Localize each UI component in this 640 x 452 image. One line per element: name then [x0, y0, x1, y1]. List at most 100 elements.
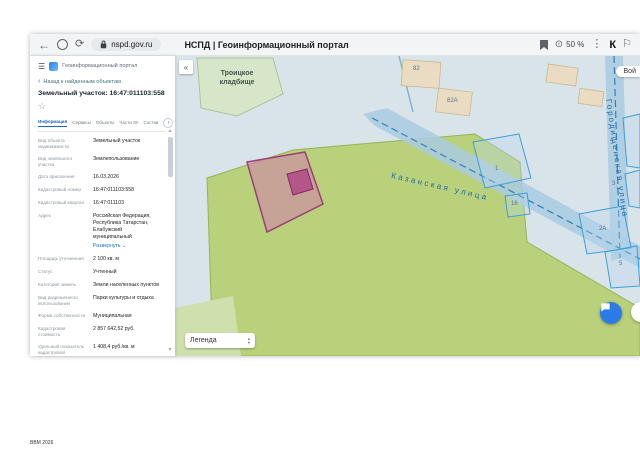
- field-value: Муниципальная: [93, 312, 132, 319]
- tab-parcel-parts[interactable]: Части ЗУ: [119, 120, 138, 127]
- field-row: Кадастровая стоимость 2 857 642,52 руб.: [38, 326, 159, 338]
- parcel-number: 82А: [447, 98, 458, 104]
- parcel-number: 82: [413, 66, 420, 72]
- field-row: Вид земельного участка Землепользование: [38, 156, 159, 168]
- scroll-thumb[interactable]: [167, 137, 173, 177]
- legend-spinner-icon[interactable]: ▴ ▾: [248, 337, 250, 344]
- field-value: 16:47:011103: [93, 199, 124, 206]
- field-label: Вид земельного участка: [38, 155, 73, 167]
- browser-chrome: ← ⟳ nspd.gov.ru НСПД | Геоинформационный…: [30, 34, 640, 56]
- cadastral-parcel[interactable]: [604, 245, 640, 289]
- field-row: Форма собственности Муниципальная: [38, 313, 159, 320]
- bookmark-icon[interactable]: [539, 39, 548, 50]
- profile-icon[interactable]: [57, 39, 68, 50]
- field-value: Землепользование: [93, 155, 140, 162]
- field-value: 2 857 642,52 руб.: [93, 326, 135, 332]
- field-label: Кадастровый квартал: [38, 199, 85, 205]
- nspd-logo-icon: [49, 61, 59, 71]
- field-label: Вид объекта недвижимости: [38, 138, 69, 149]
- parcel-number: 2А: [599, 226, 607, 232]
- address-text: Российская Федерация, Республика Татарст…: [93, 212, 151, 240]
- field-label: Статус: [38, 269, 53, 275]
- field-value: 16.03.2026: [93, 173, 119, 180]
- parcel-number: 4: [610, 138, 614, 144]
- page-content: ☰ Геоинформационный портал ‹ Назад к най…: [30, 56, 640, 356]
- parcel-number: 5: [619, 261, 623, 267]
- brand-row: ☰ Геоинформационный портал: [38, 60, 165, 72]
- chat-fab-button[interactable]: [600, 302, 622, 324]
- field-row: Кадастровый квартал 16:47:011103: [38, 200, 159, 207]
- tabs-scroll-arrow[interactable]: ›: [163, 118, 174, 128]
- field-row: Площадь уточненная 2 100 кв. м: [38, 256, 159, 263]
- field-label: Удельный показатель кадастровой: [38, 343, 85, 355]
- field-value: 2 100 кв. м: [93, 256, 119, 262]
- scroll-up-arrow[interactable]: ▲: [166, 128, 174, 134]
- field-row: Статус Учтенный: [38, 269, 159, 276]
- field-row: Дата присвоения 16.03.2026: [38, 174, 159, 181]
- flag-extension-icon[interactable]: ⚐: [622, 39, 632, 50]
- login-button[interactable]: Вой: [615, 66, 640, 77]
- lock-icon: [100, 40, 107, 49]
- field-label: Кадастровая стоимость: [38, 326, 66, 337]
- field-row: Удельный показатель кадастровой 1 408,4 …: [38, 344, 159, 356]
- field-row-address: Адрес Российская Федерация, Республика Т…: [38, 213, 159, 250]
- field-label: Форма собственности: [38, 312, 86, 318]
- page-title: НСПД | Геоинформационный портал: [184, 39, 349, 50]
- field-row: Вид разрешенного использования Парки кул…: [38, 295, 159, 307]
- field-row: Категория земель Земли населенных пункто…: [38, 282, 159, 289]
- footer-watermark: ВВМ 2026: [30, 440, 54, 446]
- map-area[interactable]: Троицкое кладбище Казанская улица Городи…: [175, 56, 640, 356]
- zoom-icon: ⊙: [554, 39, 564, 50]
- chevron-left-icon: ‹: [38, 78, 41, 85]
- tab-services[interactable]: Сервисы: [72, 120, 91, 127]
- object-title: Земельный участок: 16:47:011103:558: [38, 90, 165, 97]
- sidebar-panel: ☰ Геоинформационный портал ‹ Назад к най…: [30, 56, 175, 356]
- chat-icon: [601, 303, 610, 312]
- scroll-down-arrow[interactable]: ▼: [166, 347, 174, 353]
- favorite-star-icon[interactable]: ☆: [38, 101, 165, 112]
- field-label: Категория земель: [38, 282, 76, 288]
- tab-objects[interactable]: Объекты: [96, 120, 115, 127]
- building[interactable]: [577, 87, 605, 108]
- refresh-icon[interactable]: ⟳: [75, 39, 84, 50]
- menu-icon[interactable]: ⋮: [591, 39, 602, 50]
- address-bar[interactable]: nspd.gov.ru: [91, 38, 162, 51]
- field-value: Земельный участок: [93, 138, 141, 144]
- cemetery-label: Троицкое кладбище: [205, 70, 269, 88]
- cemetery-label-line1: Троицкое: [220, 70, 254, 77]
- tab-composition[interactable]: Состав: [144, 120, 159, 127]
- building[interactable]: [400, 59, 442, 89]
- brand-label: Геоинформационный портал: [62, 63, 138, 69]
- back-link-label: Назад к найденным объектам: [43, 78, 121, 85]
- legend-label: Легенда: [190, 337, 217, 344]
- field-value: 16:47:011103:558: [93, 186, 135, 193]
- field-value: Учтенный: [93, 269, 117, 276]
- back-icon[interactable]: ←: [38, 39, 50, 51]
- map-canvas: [175, 56, 640, 356]
- cemetery-label-line2: кладбище: [219, 78, 255, 86]
- hamburger-icon[interactable]: ☰: [38, 62, 45, 71]
- zoom-level: 50 %: [566, 40, 585, 49]
- sidebar-collapse-button[interactable]: «: [179, 60, 193, 74]
- extension-icon-k[interactable]: К: [609, 39, 616, 51]
- field-label: Кадастровый номер: [38, 186, 81, 192]
- legend-selector[interactable]: Легенда ▴ ▾: [185, 333, 255, 348]
- field-value: Российская Федерация, Республика Татарст…: [93, 213, 159, 250]
- back-to-results-link[interactable]: ‹ Назад к найденным объектам: [38, 78, 165, 85]
- url-text: nspd.gov.ru: [111, 40, 153, 49]
- sidebar-scrollbar[interactable]: ▲ ▼: [166, 128, 174, 353]
- object-fields: Вид объекта недвижимости Земельный участ…: [38, 138, 165, 356]
- field-value: Парки культуры и отдыха: [93, 295, 154, 302]
- parcel-number: 3: [612, 181, 616, 187]
- field-label: Площадь уточненная: [38, 256, 84, 261]
- address-expand-link[interactable]: Развернуть ⌄: [93, 243, 159, 250]
- parcel-number: 1: [495, 166, 499, 172]
- tab-information[interactable]: Информация: [38, 119, 68, 127]
- field-value: Земли населенных пунктов: [93, 282, 159, 289]
- field-label: Адрес: [38, 212, 52, 218]
- screen: ← ⟳ nspd.gov.ru НСПД | Геоинформационный…: [0, 0, 640, 452]
- parcel-number: 16: [511, 201, 518, 207]
- zoom-indicator[interactable]: ⊙ 50 %: [555, 39, 585, 50]
- field-label: Дата присвоения: [38, 173, 75, 179]
- building[interactable]: [545, 63, 579, 87]
